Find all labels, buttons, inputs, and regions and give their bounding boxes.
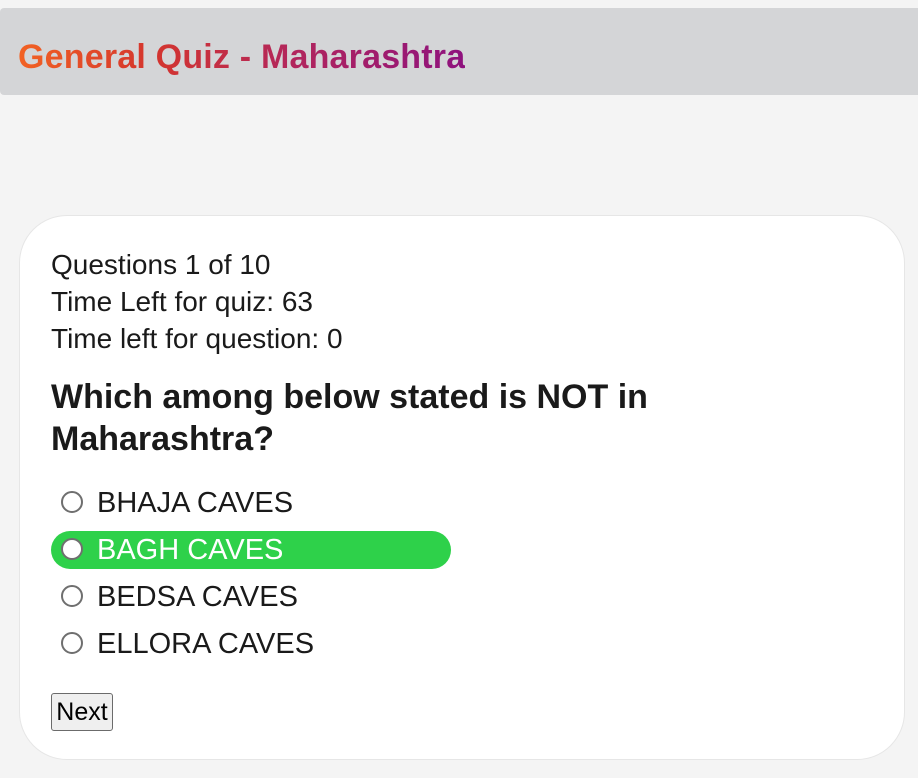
answer-option-label: BEDSA CAVES bbox=[97, 581, 298, 613]
quiz-info: Questions 1 of 10 Time Left for quiz: 63… bbox=[51, 246, 343, 357]
answer-option-4[interactable]: ELLORA CAVES bbox=[51, 625, 451, 663]
answer-option-label: ELLORA CAVES bbox=[97, 628, 315, 660]
radio-button[interactable] bbox=[61, 491, 83, 513]
header-bar: General Quiz - Maharashtra bbox=[0, 8, 918, 95]
answer-option-3[interactable]: BEDSA CAVES bbox=[51, 578, 451, 616]
answer-option-label: BAGH CAVES bbox=[97, 534, 284, 566]
radio-button[interactable] bbox=[61, 632, 83, 654]
answer-options: BHAJA CAVES BAGH CAVES BEDSA CAVES ELLOR… bbox=[51, 484, 451, 672]
answer-option-2[interactable]: BAGH CAVES bbox=[51, 531, 451, 569]
next-button[interactable]: Next bbox=[51, 693, 113, 731]
radio-button[interactable] bbox=[61, 538, 83, 560]
answer-option-label: BHAJA CAVES bbox=[97, 487, 294, 519]
quiz-card: Questions 1 of 10 Time Left for quiz: 63… bbox=[19, 215, 905, 760]
question-counter: Questions 1 of 10 bbox=[51, 249, 271, 280]
answer-option-1[interactable]: BHAJA CAVES bbox=[51, 484, 451, 522]
radio-button[interactable] bbox=[61, 585, 83, 607]
quiz-timer: Time Left for quiz: 63 bbox=[51, 286, 313, 317]
question-timer: Time left for question: 0 bbox=[51, 323, 343, 354]
page-title: General Quiz - Maharashtra bbox=[18, 38, 466, 76]
question-text: Which among below stated is NOT in Mahar… bbox=[51, 378, 648, 458]
